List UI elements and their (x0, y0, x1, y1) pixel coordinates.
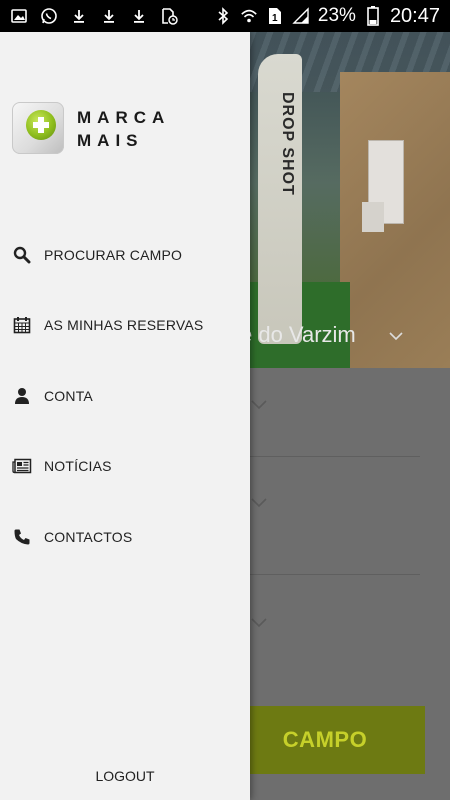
search-field-button[interactable]: CAMPO (225, 706, 425, 774)
system-status: 1 23% 20:47 (214, 5, 440, 28)
menu-item-label: NOTÍCIAS (44, 458, 112, 474)
chevron-down-icon[interactable] (250, 616, 268, 634)
divider (250, 574, 420, 575)
menu-item-contactos[interactable]: CONTACTOS (0, 512, 250, 562)
clock-time: 20:47 (389, 4, 440, 27)
divider (250, 456, 420, 457)
user-icon (12, 386, 32, 406)
brand-line1: MARCA (77, 108, 171, 127)
calendar-icon (12, 315, 32, 335)
search-icon (12, 245, 32, 265)
chevron-down-icon[interactable] (250, 496, 268, 514)
sim-number: 1 (272, 13, 278, 24)
menu-item-procurar-campo[interactable]: PROCURAR CAMPO (0, 230, 250, 280)
app-logo (12, 102, 64, 154)
menu-item-as-minhas-reservas[interactable]: AS MINHAS RESERVAS (0, 300, 250, 350)
search-field-button-label: CAMPO (282, 727, 368, 752)
chevron-down-icon[interactable] (388, 328, 404, 346)
phone-icon (12, 527, 32, 547)
signal-icon (292, 7, 310, 25)
hero-poster-small (362, 202, 384, 232)
menu-item-noticias[interactable]: NOTÍCIAS (0, 441, 250, 491)
download-icon (130, 7, 148, 25)
download-icon (70, 7, 88, 25)
brand-name: MARCA MAIS (77, 106, 170, 152)
sim-icon: 1 (266, 7, 284, 25)
download-icon (100, 7, 118, 25)
bluetooth-icon (214, 7, 232, 25)
gallery-icon (10, 7, 28, 25)
menu-item-label: CONTACTOS (44, 529, 133, 545)
plus-badge-icon (26, 110, 56, 140)
logout-button[interactable]: LOGOUT (0, 760, 250, 792)
menu-item-label: AS MINHAS RESERVAS (44, 317, 204, 333)
battery-percent: 23% (317, 5, 356, 26)
whatsapp-icon (40, 7, 58, 25)
chevron-down-icon[interactable] (250, 398, 268, 416)
brand-line2: MAIS (77, 131, 144, 150)
battery-icon (364, 6, 382, 26)
notification-icons (10, 7, 178, 25)
clock-file-icon (160, 7, 178, 25)
menu-item-label: CONTA (44, 388, 93, 404)
menu-item-label: PROCURAR CAMPO (44, 247, 183, 263)
wifi-icon (240, 7, 258, 25)
status-bar: 1 23% 20:47 (0, 0, 450, 32)
menu-item-conta[interactable]: CONTA (0, 371, 250, 421)
hero-title[interactable]: e do Varzim (240, 322, 356, 348)
hero-banner-text: DROP SHOT (279, 92, 296, 196)
newspaper-icon (12, 456, 32, 476)
navigation-drawer: MARCA MAIS PROCURAR CAMPO AS MINHAS RESE… (0, 32, 250, 800)
